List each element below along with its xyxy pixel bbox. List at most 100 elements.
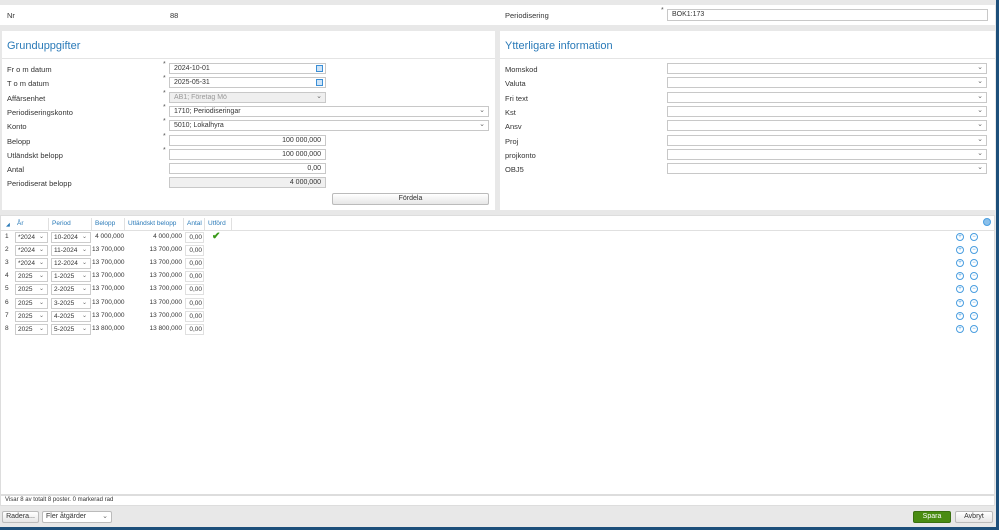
add-row-icon[interactable]: + — [956, 311, 964, 320]
remove-row-icon[interactable]: − — [970, 285, 978, 294]
antal-cell[interactable]: 0,00 — [185, 297, 204, 309]
column-header[interactable]: Antal — [184, 218, 205, 230]
table-row[interactable]: 1 *2024 ⌄ 10-2024 ⌄ 4 000,000 4 000,000 0,… — [1, 231, 994, 244]
table-row[interactable]: 5 2025 ⌄ 2-2025 ⌄ 13 700,000 13 700,000 0,… — [1, 283, 994, 296]
extra-field-select[interactable]: ⌄ — [667, 134, 987, 146]
extra-field-select[interactable]: ⌄ — [667, 163, 987, 175]
calendar-icon[interactable] — [316, 65, 323, 72]
table-row[interactable]: 6 2025 ⌄ 3-2025 ⌄ 13 700,000 13 700,000 0,… — [1, 297, 994, 310]
ubelopp-input[interactable]: 100 000,000 — [169, 148, 326, 160]
period-select[interactable]: 3-2025 ⌄ — [51, 297, 91, 309]
status-bar: Visar 8 av totalt 8 poster. 0 markerad r… — [0, 495, 995, 506]
grid-settings-icon[interactable] — [983, 218, 991, 226]
foreign-amount-cell: 4 000,000 — [153, 233, 182, 240]
period-select[interactable]: 4-2025 ⌄ — [51, 310, 91, 322]
extra-field-select[interactable]: ⌄ — [667, 91, 987, 103]
remove-row-icon[interactable]: − — [970, 298, 978, 307]
add-row-icon[interactable]: + — [956, 298, 964, 307]
chevron-down-icon: ⌄ — [479, 121, 485, 129]
periodisering-input[interactable]: BOK1:173 — [667, 9, 988, 21]
year-select[interactable]: 2025 ⌄ — [15, 297, 48, 309]
table-row[interactable]: 3 *2024 ⌄ 12-2024 ⌄ 13 700,000 13 700,000 … — [1, 257, 994, 270]
belopp-input[interactable]: 100 000,000 — [169, 134, 326, 146]
sort-icon[interactable]: ◢ — [6, 222, 10, 228]
save-button[interactable]: Spara — [913, 511, 951, 523]
antal-input[interactable]: 0,00 — [169, 163, 326, 175]
tom-input[interactable]: 2025-05-31 — [169, 77, 326, 89]
remove-row-icon[interactable]: − — [970, 272, 978, 281]
chevron-down-icon: ⌄ — [977, 121, 983, 129]
chevron-down-icon: ⌄ — [977, 149, 983, 157]
year-select[interactable]: *2024 ⌄ — [15, 258, 48, 270]
column-header[interactable]: Belopp — [92, 218, 125, 230]
more-actions-dropdown[interactable]: Fler åtgärder ⌄ — [42, 511, 112, 523]
extra-field-select[interactable]: ⌄ — [667, 148, 987, 160]
row-number: 4 — [5, 272, 9, 280]
konto-input[interactable]: 5010; Lokalhyra ⌄ — [169, 120, 489, 132]
chevron-down-icon: ⌄ — [977, 78, 983, 86]
period-value: 11-2024 — [54, 247, 78, 255]
remove-row-icon[interactable]: − — [970, 259, 978, 268]
cancel-button[interactable]: Avbryt — [955, 511, 993, 523]
remove-row-icon[interactable]: − — [970, 246, 978, 255]
chevron-down-icon: ⌄ — [38, 273, 44, 280]
header-panel: Nr 88 Periodisering * BOK1:173 — [0, 5, 995, 25]
period-select[interactable]: 10-2024 ⌄ — [51, 232, 91, 243]
period-select[interactable]: 12-2024 ⌄ — [51, 258, 91, 270]
remove-row-icon[interactable]: − — [970, 324, 978, 333]
belopp-value: 100 000,000 — [282, 136, 321, 144]
konto-value: 5010; Lokalhyra — [174, 122, 224, 130]
chevron-down-icon: ⌄ — [81, 234, 87, 240]
column-header[interactable]: Utförd — [205, 218, 232, 230]
period-select[interactable]: 2-2025 ⌄ — [51, 284, 91, 296]
add-row-icon[interactable]: + — [956, 324, 964, 333]
distribute-button[interactable]: Fördela — [332, 193, 489, 205]
antal-cell[interactable]: 0,00 — [185, 284, 204, 296]
konto-label: Konto — [7, 122, 27, 132]
period-value: 5-2025 — [54, 325, 75, 333]
year-select[interactable]: *2024 ⌄ — [15, 245, 48, 257]
required-marker: * — [163, 132, 166, 140]
remove-row-icon[interactable]: − — [970, 311, 978, 320]
antal-cell[interactable]: 0,00 — [185, 232, 204, 243]
chevron-down-icon: ⌄ — [316, 92, 322, 100]
column-header[interactable]: Utländskt belopp — [125, 218, 184, 230]
table-row[interactable]: 2 *2024 ⌄ 11-2024 ⌄ 13 700,000 13 700,000 … — [1, 244, 994, 257]
table-row[interactable]: 7 2025 ⌄ 4-2025 ⌄ 13 700,000 13 700,000 0,… — [1, 310, 994, 323]
year-select[interactable]: 2025 ⌄ — [15, 323, 48, 335]
antal-cell[interactable]: 0,00 — [185, 271, 204, 283]
add-row-icon[interactable]: + — [956, 246, 964, 255]
extra-field-select[interactable]: ⌄ — [667, 63, 987, 74]
add-row-icon[interactable]: + — [956, 272, 964, 281]
delete-button[interactable]: Radera... — [2, 511, 39, 523]
add-row-icon[interactable]: + — [956, 259, 964, 268]
year-select[interactable]: *2024 ⌄ — [15, 232, 48, 243]
table-row[interactable]: 4 2025 ⌄ 1-2025 ⌄ 13 700,000 13 700,000 0,… — [1, 270, 994, 283]
antal-cell[interactable]: 0,00 — [185, 245, 204, 257]
extra-field-select[interactable]: ⌄ — [667, 120, 987, 132]
remove-row-icon[interactable]: − — [970, 233, 978, 241]
year-select[interactable]: 2025 ⌄ — [15, 310, 48, 322]
table-row[interactable]: 8 2025 ⌄ 5-2025 ⌄ 13 800,000 13 800,000 0,… — [1, 323, 994, 336]
extra-field-select[interactable]: ⌄ — [667, 105, 987, 117]
from-input[interactable]: 2024-10-01 — [169, 63, 326, 74]
tom-value: 2025-05-31 — [174, 79, 210, 87]
period-select[interactable]: 1-2025 ⌄ — [51, 271, 91, 283]
antal-cell[interactable]: 0,00 — [185, 323, 204, 335]
antal-cell[interactable]: 0,00 — [185, 258, 204, 270]
year-select[interactable]: 2025 ⌄ — [15, 284, 48, 296]
extra-field-select[interactable]: ⌄ — [667, 77, 987, 89]
column-header[interactable]: Period — [49, 218, 92, 230]
extra-field-label: Momskod — [505, 65, 538, 74]
pkonto-input[interactable]: 1710; Periodiseringar ⌄ — [169, 105, 489, 117]
period-value: 1-2025 — [54, 273, 75, 281]
extra-field-label: Kst — [505, 107, 516, 117]
period-select[interactable]: 5-2025 ⌄ — [51, 323, 91, 335]
column-header[interactable]: År — [14, 218, 49, 230]
antal-cell[interactable]: 0,00 — [185, 310, 204, 322]
add-row-icon[interactable]: + — [956, 285, 964, 294]
year-select[interactable]: 2025 ⌄ — [15, 271, 48, 283]
period-select[interactable]: 11-2024 ⌄ — [51, 245, 91, 257]
add-row-icon[interactable]: + — [956, 233, 964, 241]
calendar-icon[interactable] — [316, 79, 323, 87]
